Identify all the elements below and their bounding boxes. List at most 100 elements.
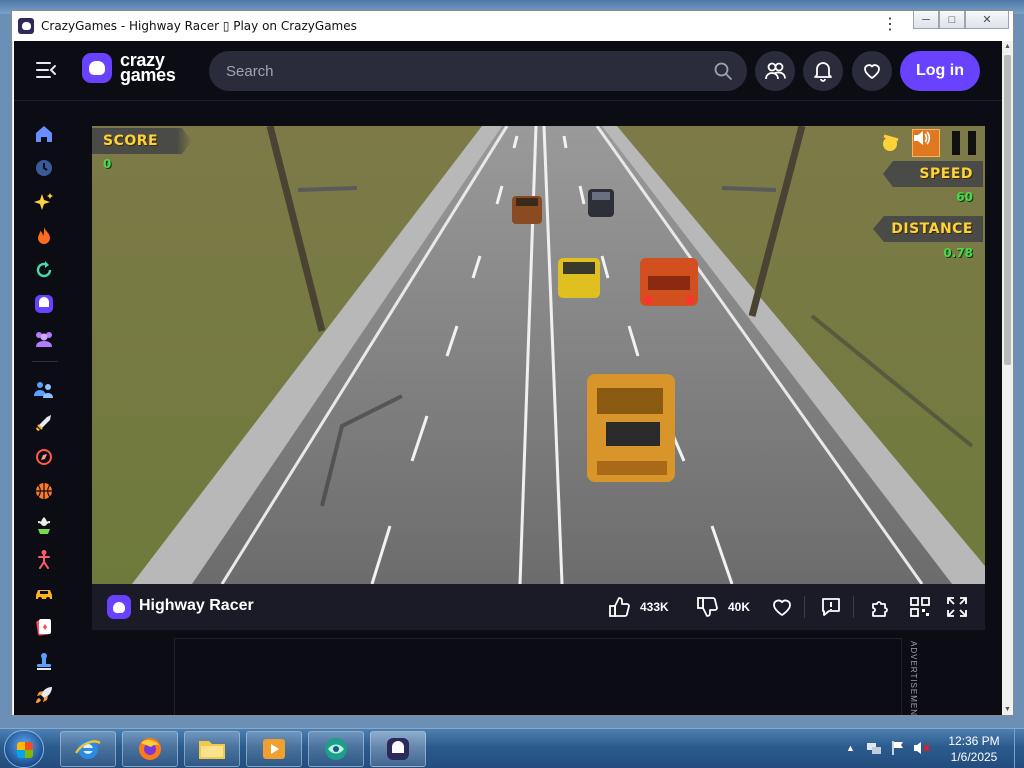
speed-value: 60	[956, 190, 973, 204]
clock-date[interactable]: 1/6/2025	[944, 750, 1004, 764]
car-icon[interactable]	[32, 581, 56, 605]
multiplayer-icon[interactable]	[32, 326, 56, 350]
report-icon	[822, 598, 840, 616]
sparkle-icon[interactable]	[32, 190, 56, 214]
taskbar-media-player[interactable]	[246, 731, 302, 767]
stickman-icon[interactable]	[32, 547, 56, 571]
friends-button[interactable]	[755, 51, 795, 91]
scroll-up-icon[interactable]: ▲	[1004, 43, 1011, 50]
ranking-icon[interactable]	[880, 132, 902, 154]
app-menu-icon[interactable]: ⋮	[882, 17, 898, 33]
advertisement-label: ADVERTISEMEN	[909, 641, 918, 715]
folder-icon	[199, 741, 225, 759]
notifications-button[interactable]	[803, 51, 843, 91]
media-player-icon	[263, 739, 285, 759]
sound-toggle-button[interactable]	[912, 129, 940, 157]
flower-icon[interactable]	[32, 513, 56, 537]
favorite-game-button[interactable]	[770, 595, 794, 619]
sword-icon[interactable]	[32, 411, 56, 435]
distance-label: DISTANCE	[873, 216, 983, 242]
basketball-icon[interactable]	[32, 479, 56, 503]
friends-icon	[765, 62, 786, 80]
fullscreen-icon	[947, 597, 967, 617]
crazygames-small-logo-icon	[107, 595, 131, 619]
taskbar-firefox[interactable]	[122, 731, 178, 767]
clock-time[interactable]: 12:36 PM	[944, 734, 1004, 748]
puzzle-icon	[872, 601, 888, 617]
menu-toggle-icon[interactable]	[35, 60, 57, 80]
heart-outline-icon	[773, 599, 791, 616]
maximize-button[interactable]: □	[939, 11, 965, 29]
dislike-button[interactable]	[695, 595, 719, 619]
action-center-flag-icon[interactable]	[890, 740, 906, 756]
game-info-bar: Highway Racer 433K 40K	[92, 584, 985, 630]
show-hidden-icons-icon[interactable]: ▲	[846, 743, 855, 753]
advertisement-slot	[174, 638, 902, 715]
favorites-button[interactable]	[852, 51, 892, 91]
player-car	[587, 374, 675, 482]
traffic-car-yellow	[558, 258, 600, 298]
page-scrollbar[interactable]: ▲ ▼	[1002, 41, 1013, 715]
report-button[interactable]	[819, 595, 843, 619]
scroll-down-icon[interactable]: ▼	[1004, 706, 1011, 713]
qr-code-icon	[910, 597, 930, 617]
qr-code-button[interactable]	[908, 595, 932, 619]
scroll-thumb[interactable]	[1004, 55, 1011, 365]
speed-label: SPEED	[883, 161, 983, 187]
crazygames-logo-icon	[82, 53, 112, 83]
embed-button[interactable]	[868, 595, 892, 619]
crazygames-icon[interactable]	[32, 292, 56, 316]
network-icon[interactable]	[866, 740, 882, 756]
cards-icon[interactable]	[32, 615, 56, 639]
window-titlebar[interactable]: CrazyGames - Highway Racer ▯ Play on Cra…	[12, 11, 1013, 41]
dislike-count: 40K	[728, 600, 751, 614]
search-input[interactable]	[226, 62, 696, 80]
browser-window: CrazyGames - Highway Racer ▯ Play on Cra…	[11, 10, 1014, 716]
site-header: crazy games Log in	[14, 41, 1002, 101]
search-bar	[209, 51, 747, 91]
close-button[interactable]: ✕	[965, 11, 1009, 29]
green-app-icon	[325, 738, 347, 760]
divider	[853, 596, 854, 618]
taskbar-app-green[interactable]	[308, 731, 364, 767]
search-icon[interactable]	[713, 61, 733, 81]
crazygames-logo[interactable]: crazy games	[82, 51, 176, 85]
refresh-icon[interactable]	[32, 258, 56, 282]
distance-value: 0.78	[943, 246, 973, 260]
crazygames-favicon-icon	[18, 18, 34, 34]
start-button[interactable]	[4, 730, 44, 768]
taskbar-internet-explorer[interactable]	[60, 731, 116, 767]
thumbs-down-icon	[697, 597, 718, 617]
home-icon[interactable]	[32, 122, 56, 146]
two-player-icon[interactable]	[32, 377, 56, 401]
clock-icon[interactable]	[32, 156, 56, 180]
speaker-icon	[914, 131, 931, 145]
compass-icon[interactable]	[32, 445, 56, 469]
rocket-icon[interactable]	[32, 683, 56, 707]
login-button[interactable]: Log in	[900, 51, 980, 91]
highway-scene	[92, 126, 985, 584]
taskbar-crazygames-active[interactable]	[370, 731, 426, 767]
logo-text-line2: games	[120, 65, 176, 85]
sidebar-divider	[32, 361, 58, 362]
windows-taskbar: ▲ 12:36 PM 1/6/2025	[0, 728, 1024, 768]
like-count: 433K	[640, 600, 669, 614]
crazygames-page: crazy games Log in	[14, 41, 1002, 715]
taskbar-file-explorer[interactable]	[184, 731, 240, 767]
pause-button[interactable]	[952, 131, 976, 155]
firefox-icon	[139, 738, 161, 760]
minimize-button[interactable]: ─	[913, 11, 939, 29]
volume-muted-icon[interactable]	[913, 740, 931, 756]
traffic-car-brown	[512, 196, 542, 224]
category-sidebar	[14, 102, 74, 715]
fire-icon[interactable]	[32, 224, 56, 248]
show-desktop-button[interactable]	[1014, 729, 1024, 768]
window-title: CrazyGames - Highway Racer ▯ Play on Cra…	[41, 19, 357, 33]
like-button[interactable]	[607, 595, 631, 619]
thumbs-up-icon	[609, 597, 630, 617]
heart-icon	[864, 64, 880, 79]
game-canvas[interactable]: SCORE 0 SPEED 60 DISTANCE 0.78	[92, 126, 985, 584]
stamp-icon[interactable]	[32, 649, 56, 673]
fullscreen-button[interactable]	[945, 595, 969, 619]
crazygames-taskbar-icon	[387, 738, 409, 760]
